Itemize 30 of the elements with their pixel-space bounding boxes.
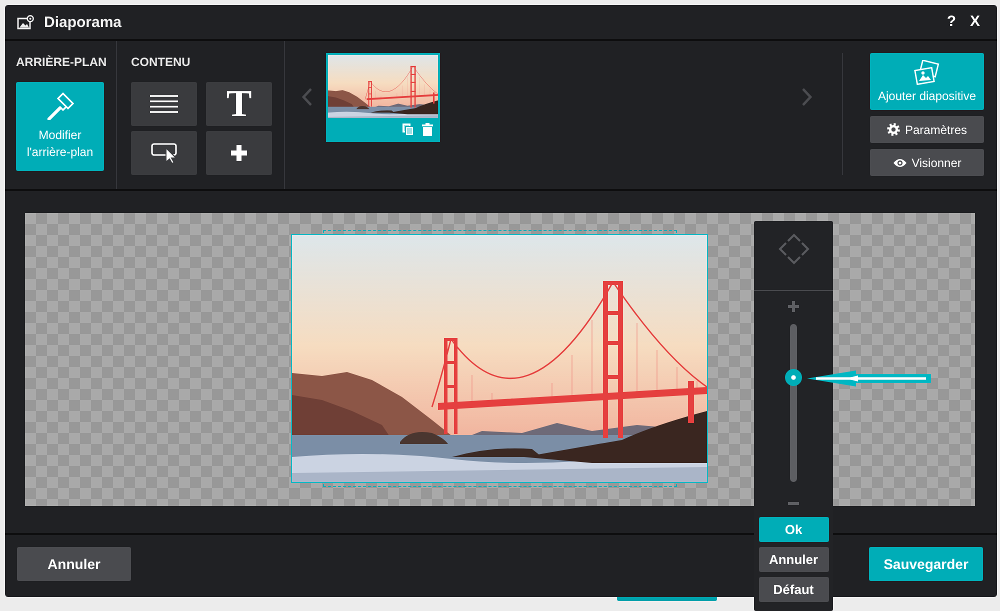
cancel-button[interactable]: Annuler: [17, 547, 131, 581]
settings-button[interactable]: Paramètres: [870, 116, 984, 143]
plus-icon: [231, 145, 247, 161]
help-button[interactable]: ?: [946, 13, 956, 31]
copy-icon[interactable]: [402, 122, 414, 136]
zoom-slider-track[interactable]: [785, 324, 802, 482]
trash-icon[interactable]: [422, 122, 433, 136]
paragraph-tool-button[interactable]: [131, 82, 197, 126]
selection-tool-button[interactable]: [131, 131, 197, 175]
chevron-right-icon[interactable]: [802, 88, 812, 106]
picture-icon: [17, 14, 34, 30]
eye-icon: [892, 158, 907, 168]
chevron-left-icon[interactable]: [302, 88, 312, 106]
text-tool-button[interactable]: T: [206, 82, 272, 126]
lines-icon: [150, 95, 178, 113]
images-icon: [914, 60, 940, 86]
zoom-in-icon[interactable]: [788, 301, 799, 312]
paint-roller-icon: [46, 92, 74, 120]
zoom-slider-thumb[interactable]: [785, 369, 802, 386]
add-tool-button[interactable]: [206, 131, 272, 175]
window-title: Diaporama: [44, 14, 123, 30]
cancel-button[interactable]: Annuler: [758, 547, 828, 572]
preview-button[interactable]: Visionner: [870, 149, 984, 176]
cursor-box-icon: [150, 142, 178, 164]
section-heading: ARRIÈRE-PLAN: [16, 55, 108, 69]
gear-icon: [886, 123, 900, 136]
slide-thumbnail[interactable]: [326, 53, 440, 142]
close-button[interactable]: X: [970, 13, 980, 31]
section-heading: CONTENU: [131, 55, 192, 69]
reset-button[interactable]: Défaut: [758, 577, 828, 602]
